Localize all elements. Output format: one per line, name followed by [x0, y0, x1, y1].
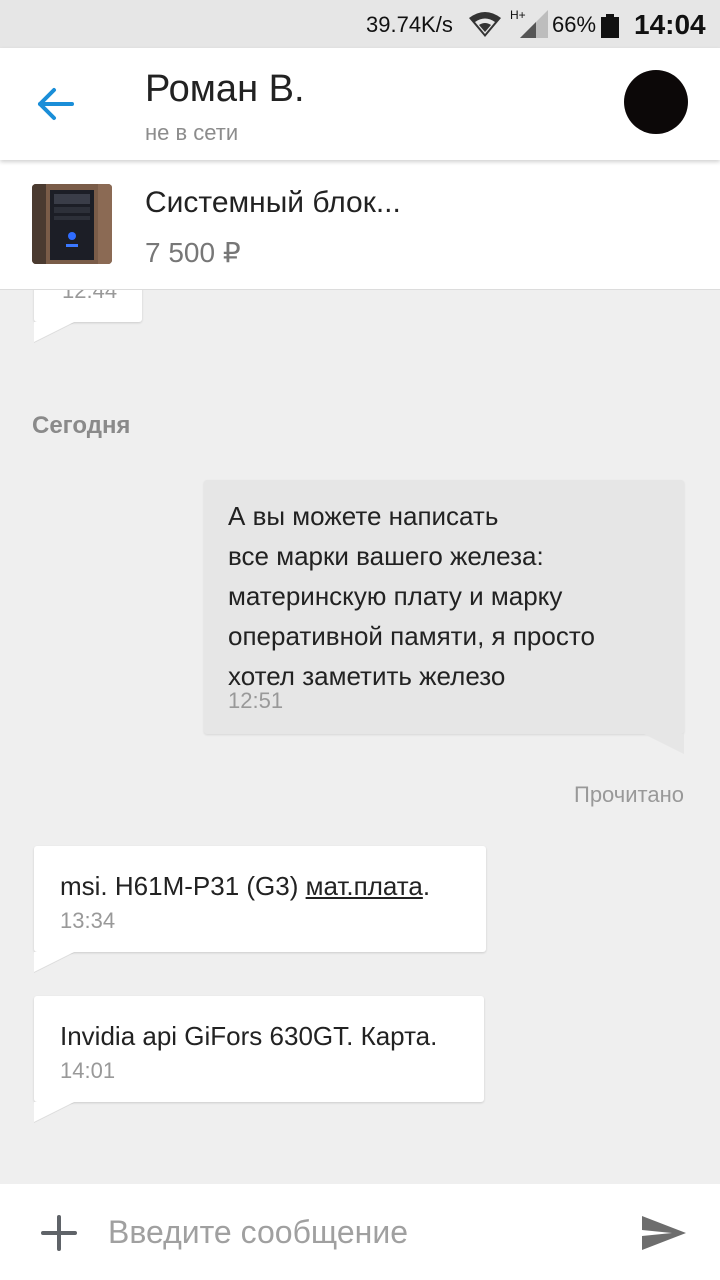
message-time: 12:44 — [62, 290, 118, 303]
message-bubble-incoming: Invidia api GiFors 630GT. Карта. 14:01 — [34, 996, 484, 1122]
message-time: 13:34 — [60, 908, 116, 933]
message-input[interactable] — [108, 1210, 608, 1254]
message-time: 12:51 — [228, 688, 284, 713]
message-text-part: msi. H61M-P31 (G3) — [60, 871, 306, 901]
send-icon[interactable] — [640, 1214, 688, 1252]
listing-card[interactable]: Системный блок... 7 500 ₽ — [0, 160, 720, 290]
message-text: msi. H61M-P31 (G3) мат.плата. — [60, 866, 430, 906]
wifi-icon — [469, 12, 501, 37]
listing-price: 7 500 ₽ — [145, 237, 241, 268]
message-time: 14:01 — [60, 1058, 116, 1083]
signal-icon: H+ — [510, 8, 548, 38]
date-separator: Сегодня — [32, 412, 131, 439]
message-text-part: . — [422, 871, 431, 901]
message-bubble-incoming: msi. H61M-P31 (G3) мат.плата. 13:34 — [34, 846, 486, 972]
bubble-tail — [34, 952, 74, 972]
message-list[interactable]: 12:44 Сегодня А вы можете написать все м… — [0, 290, 720, 1184]
message-text: Invidia api GiFors 630GT. Карта. — [60, 1021, 438, 1051]
message-link[interactable]: мат.плата — [306, 871, 423, 901]
message-composer — [0, 1184, 720, 1280]
listing-title: Системный блок... — [145, 186, 401, 219]
network-speed: 39.74K/s — [366, 12, 453, 37]
network-type: H+ — [510, 8, 526, 22]
arrow-left-icon[interactable] — [30, 82, 80, 126]
clock: 14:04 — [634, 9, 706, 40]
bubble-tail — [34, 322, 74, 342]
chat-header: Роман В. не в сети — [0, 48, 720, 160]
status-bar: 39.74K/s H+ 66% 14:04 — [0, 0, 720, 48]
bubble-tail — [644, 734, 684, 754]
battery-icon — [601, 14, 619, 38]
pc-case-image — [32, 184, 112, 264]
read-receipt: Прочитано — [574, 782, 684, 807]
contact-status: не в сети — [145, 120, 239, 145]
listing-thumbnail — [32, 184, 112, 264]
message-bubble-outgoing: А вы можете написать все марки вашего же… — [204, 480, 684, 754]
battery-percent: 66% — [552, 12, 597, 37]
plus-icon[interactable] — [40, 1214, 78, 1252]
contact-name[interactable]: Роман В. — [145, 68, 305, 111]
avatar[interactable] — [624, 70, 688, 134]
message-text: А вы можете написать все марки вашего же… — [228, 501, 595, 691]
message-bubble-incoming: 12:44 — [34, 290, 142, 342]
bubble-tail — [34, 1102, 74, 1122]
